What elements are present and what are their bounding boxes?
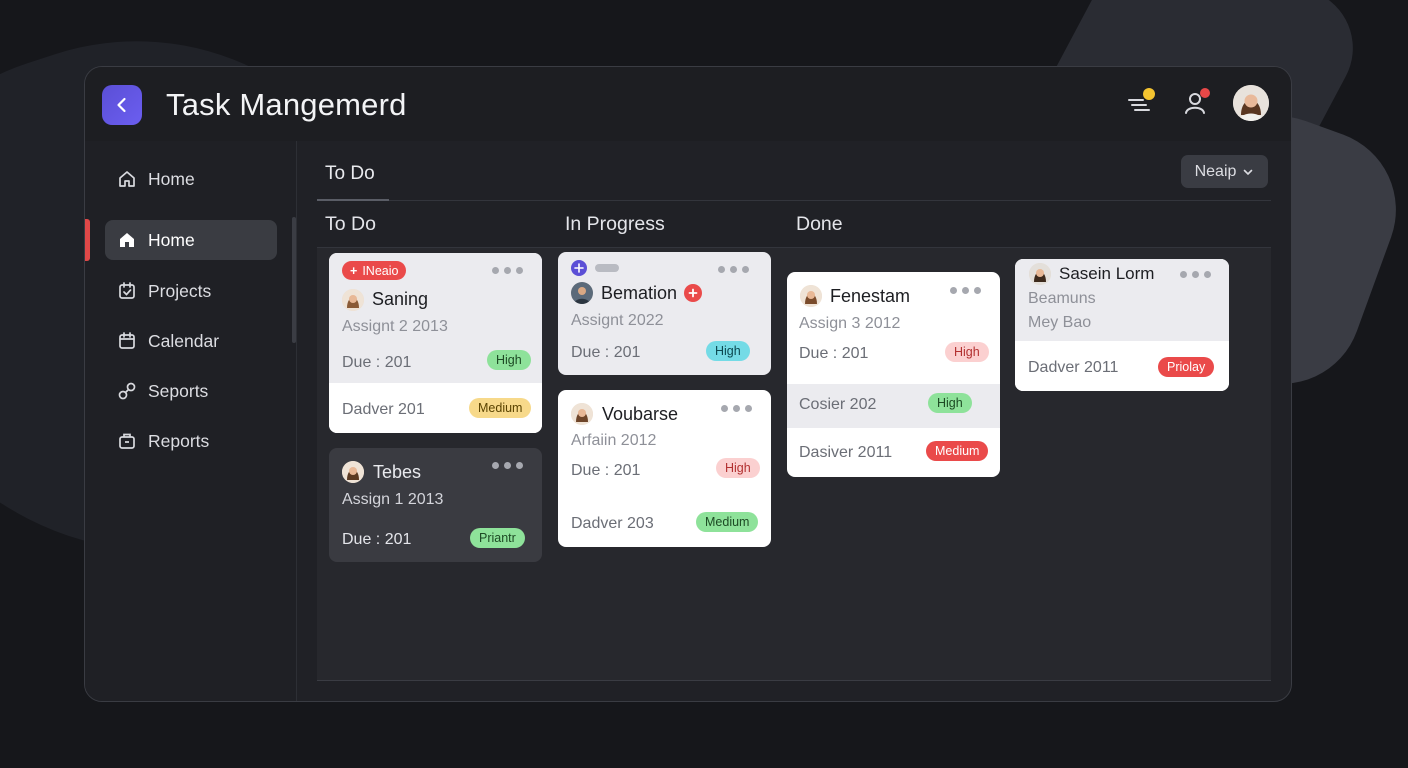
sidebar-item-home-active[interactable]: Home bbox=[105, 220, 277, 260]
task-title: Voubarse bbox=[602, 404, 679, 424]
priority-badge: Medium bbox=[696, 512, 759, 532]
task-assignment: Assignt 2022 bbox=[571, 312, 664, 329]
task-title: Tebes bbox=[373, 462, 422, 482]
assignee-avatar bbox=[571, 282, 593, 304]
task-card[interactable]: Tebes Assign 1 2013 Due : 201 Priantr bbox=[329, 448, 542, 562]
project-icon bbox=[571, 260, 587, 276]
priority-badge: Medium bbox=[926, 441, 989, 461]
column-header-to-do: To Do bbox=[325, 213, 376, 235]
task-due-date: Due : 201 bbox=[342, 354, 412, 371]
column-header-in-progress: In Progress bbox=[565, 213, 665, 235]
kanban-board: + INeaio Saning Assignt 2 2013 Due : 201 … bbox=[317, 248, 1271, 681]
home-outline-icon bbox=[117, 169, 137, 189]
priority-badge: High bbox=[928, 393, 972, 413]
task-title: Fenestam bbox=[830, 286, 911, 306]
tab-underline bbox=[317, 199, 389, 201]
sidebar: Home Home Projects Calendar Seports Repo… bbox=[85, 141, 297, 701]
top-bar: Task Mangemerd bbox=[85, 67, 1291, 141]
card-menu-button[interactable] bbox=[721, 405, 752, 412]
sidebar-item-label: Home bbox=[148, 168, 195, 189]
chevron-left-icon bbox=[117, 97, 126, 113]
tag-badge: + INeaio bbox=[342, 261, 407, 280]
task-due-date: Due : 201 bbox=[342, 531, 412, 548]
assignee-avatar bbox=[800, 285, 822, 307]
priority-badge: High bbox=[716, 458, 760, 478]
task-card[interactable]: Sasein Lorm Beamuns Mey Bao Dadver 2011 … bbox=[1015, 259, 1229, 391]
priority-badge: Medium bbox=[469, 398, 532, 418]
sidebar-item-label: Reports bbox=[148, 430, 210, 451]
plus-icon: + bbox=[350, 263, 358, 278]
sidebar-item-home[interactable]: Home bbox=[105, 159, 277, 199]
avatar-image bbox=[1233, 85, 1269, 121]
task-assignment: Assign 1 2013 bbox=[342, 491, 444, 508]
task-card[interactable]: Bemation Assignt 2022 Due : 201 High bbox=[558, 252, 771, 375]
task-due-date: Due : 201 bbox=[571, 462, 641, 479]
tabs-divider bbox=[317, 200, 1271, 201]
priority-badge: High bbox=[487, 350, 531, 370]
sidebar-item-label: Home bbox=[148, 229, 195, 250]
card-menu-button[interactable] bbox=[492, 462, 523, 469]
priority-badge: High bbox=[706, 341, 750, 361]
column-header-done: Done bbox=[796, 213, 843, 235]
sidebar-item-label: Seports bbox=[148, 380, 209, 401]
priority-badge: Priantr bbox=[470, 528, 525, 548]
task-row-text: Cosier 202 bbox=[799, 396, 877, 413]
task-due-date: Due : 201 bbox=[571, 344, 641, 361]
task-card[interactable]: + INeaio Saning Assignt 2 2013 Due : 201 … bbox=[329, 253, 542, 433]
alert-dot bbox=[1200, 88, 1210, 98]
sidebar-item-label: Calendar bbox=[148, 330, 220, 351]
task-title: Sasein Lorm bbox=[1059, 264, 1155, 283]
calendar-check-icon bbox=[117, 281, 137, 301]
priority-badge: Priolay bbox=[1158, 357, 1215, 377]
priority-badge: High bbox=[945, 342, 989, 362]
sidebar-item-calendar[interactable]: Calendar bbox=[105, 321, 277, 361]
assignee-avatar bbox=[342, 289, 364, 311]
sidebar-scrollbar[interactable] bbox=[292, 217, 296, 343]
assignee-avatar bbox=[1029, 263, 1051, 285]
sidebar-item-projects[interactable]: Projects bbox=[105, 271, 277, 311]
filter-label: Neaip bbox=[1194, 162, 1237, 180]
task-footer-text: Dadver 203 bbox=[571, 515, 654, 532]
task-footer-text: Dadver 201 bbox=[342, 401, 425, 418]
card-menu-button[interactable] bbox=[718, 266, 749, 273]
task-due-date: Due : 201 bbox=[799, 345, 869, 362]
sidebar-item-seports[interactable]: Seports bbox=[105, 371, 277, 411]
card-menu-button[interactable] bbox=[492, 267, 523, 274]
tab-to-do[interactable]: To Do bbox=[325, 163, 375, 185]
app-title: Task Mangemerd bbox=[166, 87, 407, 122]
assignee-avatar bbox=[571, 403, 593, 425]
task-card[interactable]: Fenestam Assign 3 2012 Due : 201 High Co… bbox=[787, 272, 1000, 477]
task-detail: Mey Bao bbox=[1028, 314, 1092, 331]
sidebar-item-label: Projects bbox=[148, 280, 212, 301]
profile-button[interactable] bbox=[1179, 87, 1211, 119]
task-detail: Beamuns bbox=[1028, 290, 1096, 307]
calendar-icon bbox=[117, 331, 137, 351]
task-title: Saning bbox=[372, 289, 429, 309]
task-assignment: Arfaiin 2012 bbox=[571, 432, 657, 449]
card-menu-button[interactable] bbox=[950, 287, 981, 294]
board-area: To Do Neaip To Do In Progress Done + INea… bbox=[317, 141, 1271, 681]
task-footer-text: Dadver 2011 bbox=[1028, 359, 1119, 376]
active-indicator bbox=[85, 219, 90, 261]
link-icon bbox=[117, 381, 137, 401]
add-icon[interactable] bbox=[684, 284, 702, 302]
briefcase-icon bbox=[117, 431, 137, 451]
task-card[interactable]: Voubarse Arfaiin 2012 Due : 201 High Dad… bbox=[558, 390, 771, 547]
app-window: Task Mangemerd Home Home Projects Calend… bbox=[84, 66, 1292, 702]
notifications-button[interactable] bbox=[1123, 87, 1155, 119]
task-assignment: Assign 3 2012 bbox=[799, 315, 901, 332]
assignee-avatar bbox=[342, 461, 364, 483]
progress-pill bbox=[595, 264, 619, 272]
sidebar-item-reports[interactable]: Reports bbox=[105, 421, 277, 461]
task-assignment: Assignt 2 2013 bbox=[342, 318, 448, 335]
back-button[interactable] bbox=[102, 85, 142, 125]
task-title: Bemation bbox=[601, 283, 678, 303]
chevron-down-icon bbox=[1244, 169, 1253, 175]
card-menu-button[interactable] bbox=[1180, 271, 1211, 278]
filter-dropdown[interactable]: Neaip bbox=[1181, 155, 1268, 188]
notification-dot bbox=[1143, 88, 1155, 100]
user-avatar[interactable] bbox=[1233, 85, 1269, 121]
task-footer-text: Dasiver 2011 bbox=[799, 444, 893, 461]
home-filled-icon bbox=[117, 230, 137, 250]
